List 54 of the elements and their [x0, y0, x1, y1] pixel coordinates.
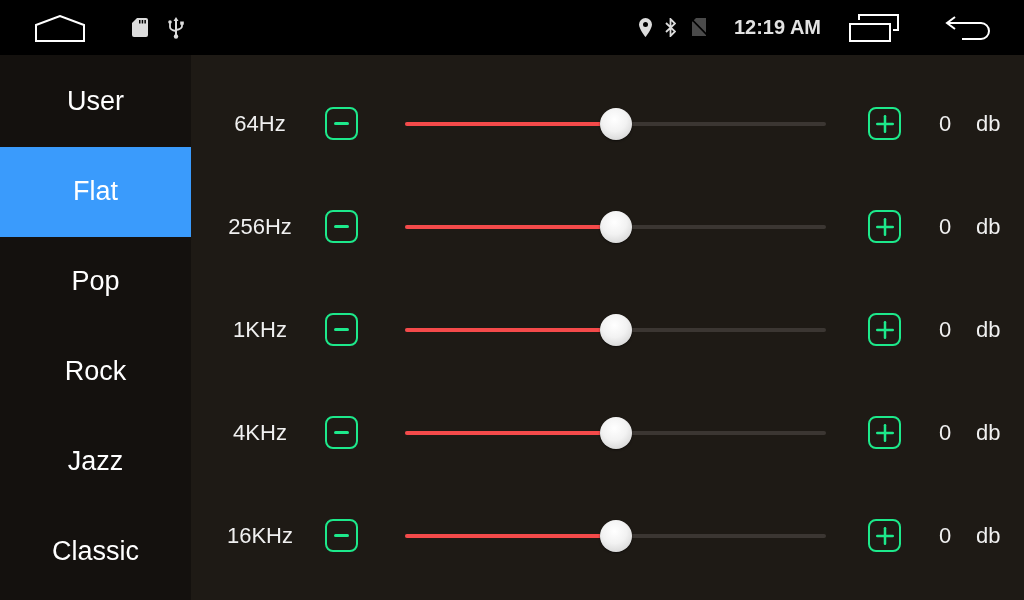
gain-unit: db [976, 316, 1001, 343]
sd-card-icon [132, 18, 148, 37]
slider-thumb[interactable] [599, 107, 632, 140]
back-icon[interactable] [945, 15, 991, 40]
slider-thumb[interactable] [599, 313, 632, 346]
gain-unit: db [976, 110, 1001, 137]
no-sim-icon [690, 18, 709, 37]
gain-value: 0 [937, 110, 953, 137]
decrease-button[interactable] [325, 107, 358, 140]
band-label: 256Hz [227, 213, 293, 240]
plus-icon [875, 526, 894, 545]
clock-time: 12:19 AM [733, 16, 821, 39]
decrease-button[interactable] [325, 210, 358, 243]
increase-button[interactable] [868, 313, 901, 346]
band-label: 16KHz [225, 522, 294, 549]
slider-thumb[interactable] [599, 210, 632, 243]
slider-thumb[interactable] [599, 416, 632, 449]
gain-value: 0 [937, 522, 953, 549]
minus-icon [334, 534, 349, 537]
increase-button[interactable] [868, 210, 901, 243]
bluetooth-icon [664, 18, 676, 37]
decrease-button[interactable] [325, 519, 358, 552]
minus-icon [334, 122, 349, 125]
preset-item[interactable]: Classic [0, 507, 191, 597]
increase-button[interactable] [868, 519, 901, 552]
band-label: 4KHz [232, 419, 288, 446]
preset-item[interactable]: Rock [0, 327, 191, 417]
plus-icon [875, 114, 894, 133]
increase-button[interactable] [868, 416, 901, 449]
recent-apps-icon[interactable] [849, 13, 899, 42]
preset-item[interactable]: User [0, 57, 191, 147]
preset-item[interactable]: Jazz [0, 417, 191, 507]
plus-icon [875, 217, 894, 236]
decrease-button[interactable] [325, 416, 358, 449]
increase-button[interactable] [868, 107, 901, 140]
preset-item[interactable]: Pop [0, 237, 191, 327]
minus-icon [334, 328, 349, 331]
decrease-button[interactable] [325, 313, 358, 346]
gain-value: 0 [937, 316, 953, 343]
home-icon[interactable] [35, 14, 85, 42]
usb-icon [168, 16, 184, 39]
band-label: 64Hz [233, 110, 287, 137]
plus-icon [875, 320, 894, 339]
gain-unit: db [976, 213, 1001, 240]
gain-value: 0 [937, 213, 953, 240]
gain-unit: db [976, 419, 1001, 446]
gain-unit: db [976, 522, 1001, 549]
minus-icon [334, 225, 349, 228]
gain-value: 0 [937, 419, 953, 446]
band-label: 1KHz [232, 316, 288, 343]
slider-thumb[interactable] [599, 519, 632, 552]
plus-icon [875, 423, 894, 442]
location-icon [638, 18, 652, 37]
minus-icon [334, 431, 349, 434]
